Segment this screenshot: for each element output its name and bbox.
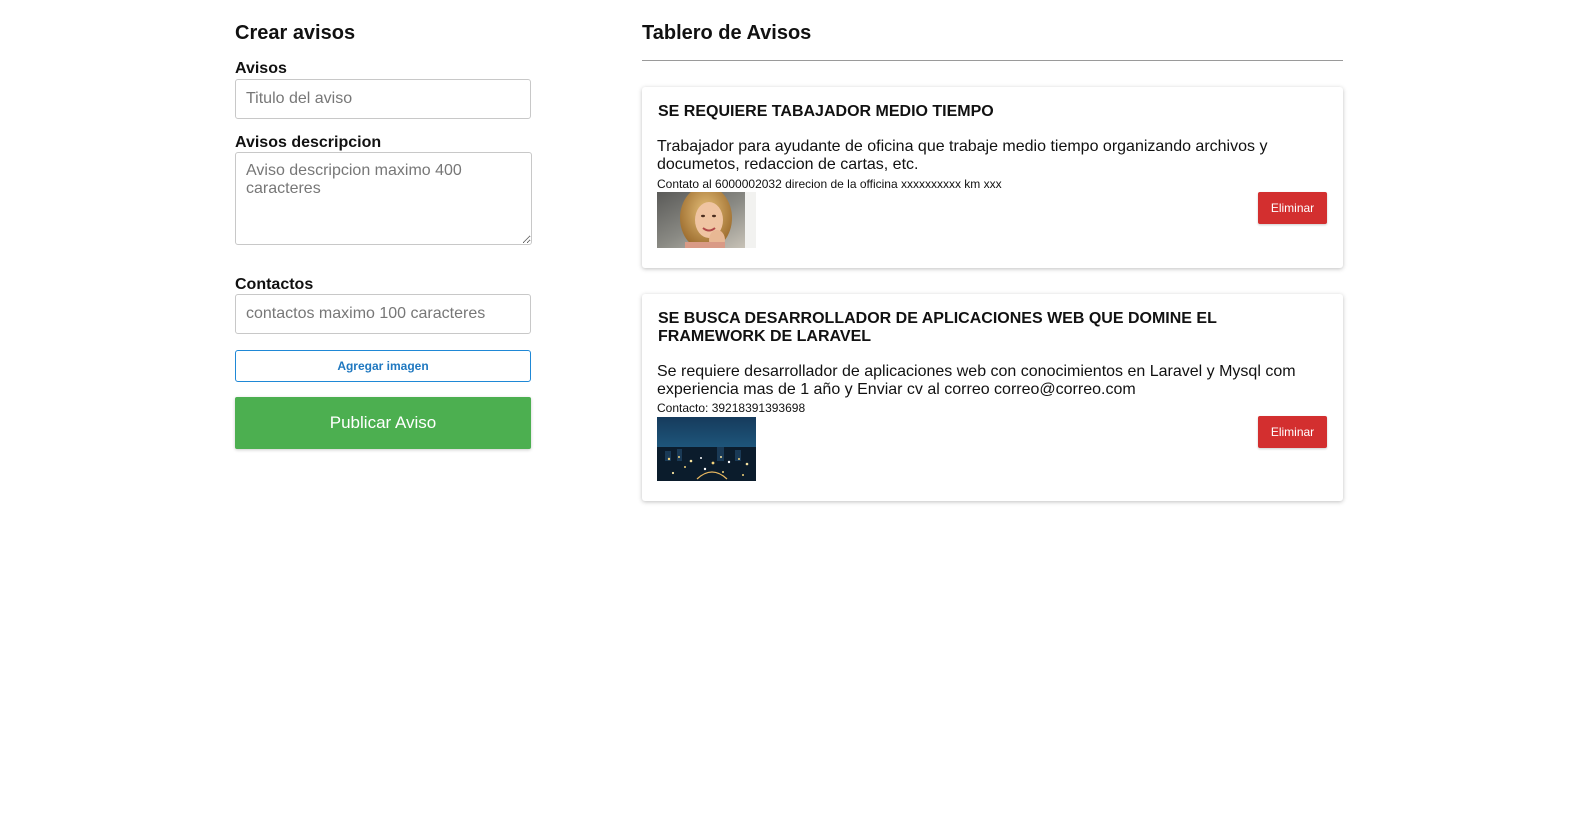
notice-title: SE BUSCA DESARROLLADOR DE APLICACIONES W…: [658, 310, 1217, 345]
form-title: Crear avisos: [235, 22, 356, 44]
night-city-photo: [657, 417, 756, 481]
title-input[interactable]: [235, 79, 531, 119]
contacts-label: Contactos: [235, 276, 314, 293]
description-textarea[interactable]: [235, 152, 532, 245]
delete-button[interactable]: Eliminar: [1258, 416, 1327, 448]
notice-description: Se requiere desarrollador de aplicacione…: [657, 363, 1296, 398]
woman-portrait-photo: [657, 192, 756, 248]
contacts-input[interactable]: [235, 294, 531, 334]
notice-description: Trabajador para ayudante de oficina que …: [657, 138, 1268, 173]
notice-contact: Contacto: 39218391393698: [657, 401, 806, 415]
notice-image: [657, 192, 756, 248]
add-image-button[interactable]: Agregar imagen: [235, 350, 531, 382]
notice-image: [657, 417, 756, 481]
board-divider: [642, 60, 1343, 61]
notice-contact: Contato al 6000002032 direcion de la off…: [657, 177, 1002, 191]
notice-card: SE REQUIERE TABAJADOR MEDIO TIEMPO Traba…: [642, 87, 1343, 268]
notice-title: SE REQUIERE TABAJADOR MEDIO TIEMPO: [658, 103, 994, 120]
board-title: Tablero de Avisos: [642, 22, 812, 44]
publish-notice-button[interactable]: Publicar Aviso: [235, 397, 531, 449]
title-label: Avisos: [235, 60, 287, 77]
description-label: Avisos descripcion: [235, 134, 382, 151]
delete-button[interactable]: Eliminar: [1258, 192, 1327, 224]
notice-card: SE BUSCA DESARROLLADOR DE APLICACIONES W…: [642, 294, 1343, 501]
